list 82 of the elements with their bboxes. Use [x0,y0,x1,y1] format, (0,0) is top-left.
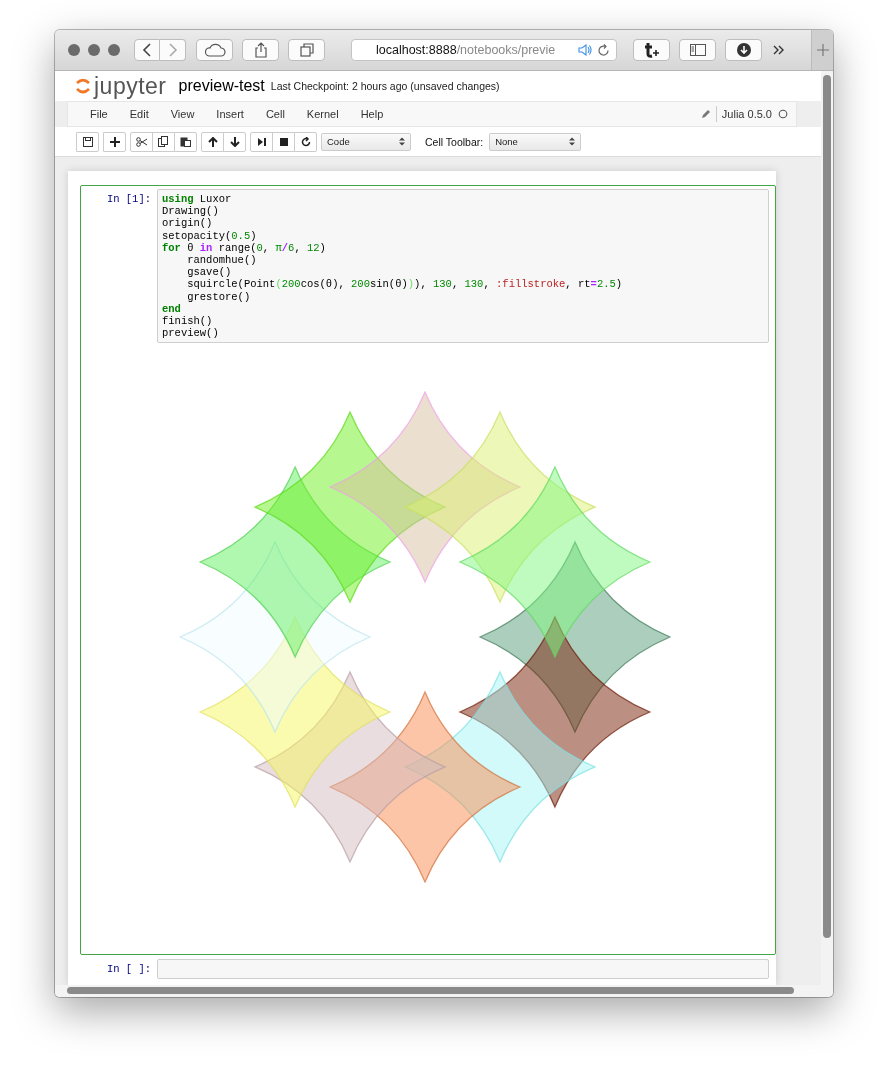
step-forward-icon [256,136,267,147]
sidebar-button[interactable] [679,39,716,61]
download-icon [736,43,751,57]
share-icon [253,42,268,58]
forward-icon [167,43,178,57]
cut-button[interactable] [130,131,153,152]
download-button[interactable] [725,39,762,61]
arrow-up-icon [207,136,218,147]
menu-item[interactable]: Kernel [295,108,350,120]
notebook-cell[interactable]: In [ ]: [80,955,776,985]
kernel-status-icon [778,109,788,119]
close-button[interactable] [68,44,80,56]
cloud-button[interactable] [196,39,233,61]
code-line: preview() [162,327,220,340]
extension-button[interactable] [633,39,670,61]
run-button[interactable] [250,131,273,152]
add-cell-button[interactable] [103,131,126,152]
updown-caret-icon [399,137,405,146]
code-line: grestore() [186,290,252,303]
speaker-icon[interactable] [578,44,592,56]
code-line: squircle(Point(200cos(θ), 200sin(θ))), 130, 130, :fillstroke, rt=2.5) [186,278,624,291]
code-line: end [162,302,182,316]
cell-toolbar-select[interactable]: None [489,132,582,151]
cloud-icon [203,43,226,57]
code-line: randomhue() [186,254,258,267]
code-line: for θ in range(0, π/6, 12) [162,241,327,254]
logo-wordmark[interactable]: jupyter [94,72,167,100]
code-input[interactable]: using Luxor Drawing() origin() setopacity(0.5) for θ in range(0, π/6, 12) randomhue() gsave() squircle(Point(200cos(θ), 200sin(θ))), 130, 130, :fillstroke, rt=2.5) grestore() end finish() preview() [157,189,769,344]
menu-item[interactable]: Insert [205,108,255,120]
horizontal-scrollbar[interactable] [55,985,821,997]
menu-item[interactable]: Edit [118,108,160,120]
code-line: using Luxor [162,193,233,206]
code-line: setopacity(0.5) [162,229,258,242]
menu-item[interactable]: Help [349,108,395,120]
tabs-button[interactable] [288,39,325,61]
move-down-button[interactable] [223,131,246,152]
save-button[interactable] [76,131,99,152]
vertical-scrollbar[interactable] [821,71,833,997]
code-line: gsave() [186,266,233,279]
arrow-down-icon [229,136,240,147]
chevron-icon[interactable] [773,45,785,55]
restart-button[interactable] [294,131,317,152]
copy-button[interactable] [152,131,175,152]
zoom-button[interactable] [108,44,120,56]
share-button[interactable] [242,39,279,61]
menu-item[interactable]: File [79,108,119,120]
checkpoint-status: Last Checkpoint: 2 hours ago (unsaved changes) [270,80,500,92]
code-input[interactable] [157,959,769,980]
restart-icon [300,136,311,147]
letter-t-plus-icon [642,42,661,58]
code-line: origin() [162,217,214,230]
paste-button[interactable] [174,131,197,152]
code-line: Drawing() [162,205,220,218]
logo-icon [75,77,91,95]
sidebar-icon [689,44,706,56]
menu-item[interactable]: Cell [254,108,296,120]
pencil-icon[interactable] [700,109,711,119]
cell-toolbar-label: Cell Toolbar: [425,135,484,148]
notebook-cell[interactable] [80,185,776,956]
scissors-icon [136,136,147,147]
clipboard-icon [180,136,191,147]
tabs-icon [299,43,314,57]
minimize-button[interactable] [88,44,100,56]
updown-caret-icon [569,137,576,146]
back-button[interactable] [134,39,160,61]
menu-item[interactable]: View [159,108,206,120]
input-prompt: In [1]: [105,192,152,205]
back-icon [142,43,152,57]
save-icon [82,136,93,147]
input-prompt: In [ ]: [105,962,152,976]
code-line: finish() [162,315,214,328]
stop-icon [278,136,289,147]
move-up-button[interactable] [201,131,224,152]
plus-icon [109,136,120,147]
plus-icon [816,44,829,56]
cell-type-select[interactable]: Code [321,132,411,151]
kernel-name: Julia 0.5.0 [721,108,772,120]
stop-button[interactable] [272,131,295,152]
notebook-name[interactable]: preview-test [178,77,265,95]
reload-icon[interactable] [597,43,610,57]
address-bar[interactable]: localhost:8888/notebooks/previe [351,39,617,61]
copy-icon [158,136,169,147]
